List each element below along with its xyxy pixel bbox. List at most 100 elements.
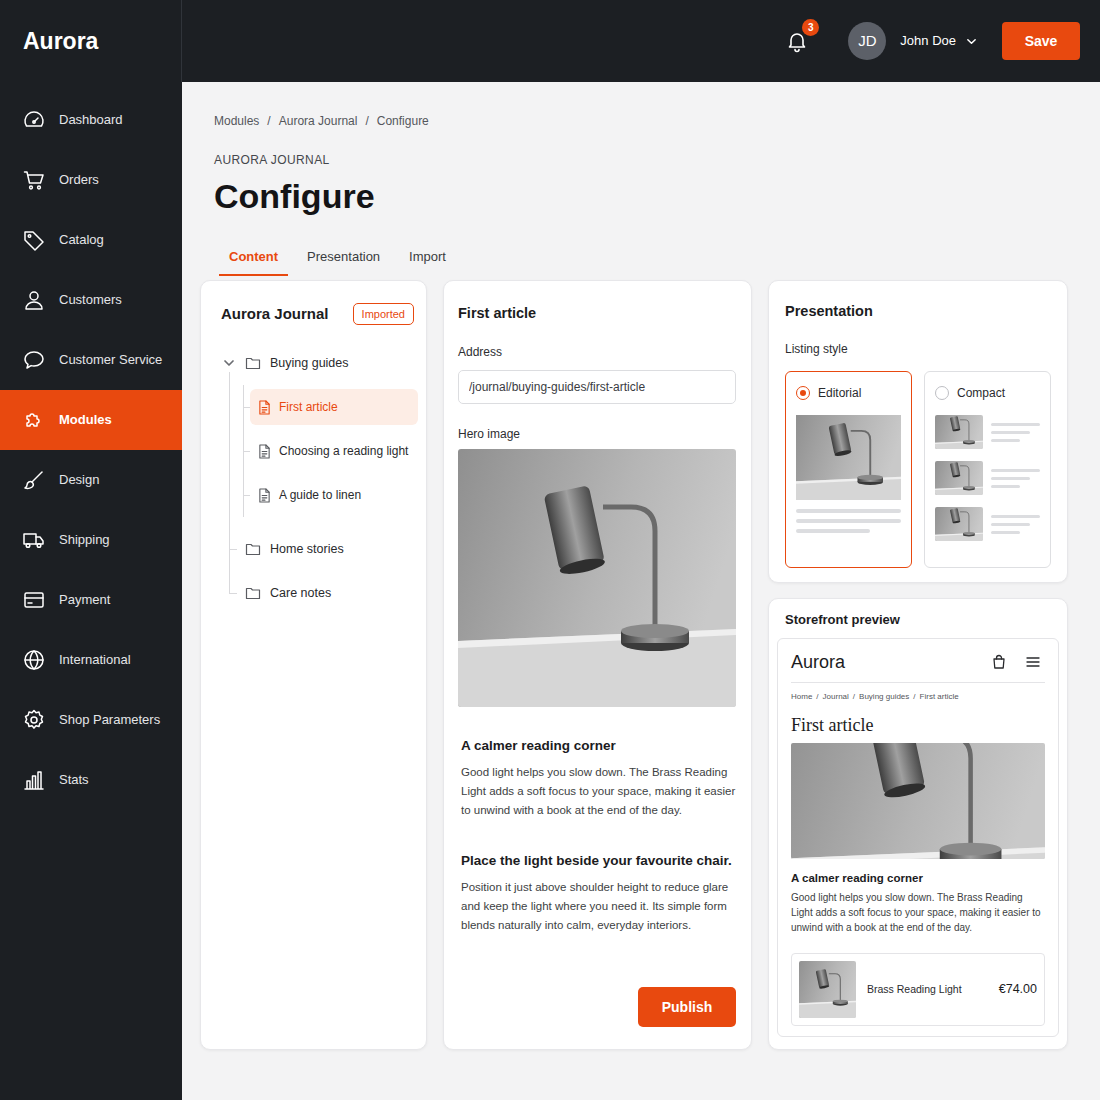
article-editor-card: First article Address Hero image A calme… — [443, 280, 752, 1050]
hero-image[interactable] — [458, 449, 736, 707]
breadcrumb-link[interactable]: Aurora Journal — [279, 113, 358, 129]
sidebar-item[interactable]: Orders — [0, 150, 182, 210]
sidebar-item[interactable]: Shipping — [0, 510, 182, 570]
breadcrumb-separator: / — [816, 692, 818, 702]
sidebar-item[interactable]: Stats — [0, 750, 182, 810]
breadcrumb-link[interactable]: Buying guides — [859, 692, 909, 702]
bag-icon[interactable] — [991, 654, 1007, 670]
breadcrumb-link[interactable]: Modules — [214, 113, 259, 129]
brush-icon — [22, 468, 46, 492]
sidebar-item[interactable]: Customers — [0, 270, 182, 330]
listing-style-option[interactable]: Compact — [924, 371, 1051, 568]
tree-item-button[interactable]: First article — [250, 389, 418, 425]
sidebar-item-label: Design — [59, 470, 99, 490]
tree-header: Aurora Journal Imported — [221, 303, 418, 325]
lamp-photo — [799, 961, 856, 1018]
editorial-thumbnail — [796, 415, 901, 533]
sidebar-item[interactable]: Design — [0, 450, 182, 510]
thumbnail-image — [796, 415, 901, 500]
lamp-photo — [796, 415, 901, 500]
publish-button[interactable]: Publish — [638, 987, 736, 1027]
lamp-photo — [458, 449, 736, 707]
chat-icon — [22, 348, 46, 372]
sidebar-item-label: Shipping — [59, 530, 110, 550]
sidebar-item-label: Catalog — [59, 230, 104, 250]
article-body: A calmer reading cornerGood light helps … — [458, 707, 741, 935]
tree-folder[interactable]: Care notes — [221, 571, 418, 615]
text-line — [991, 431, 1030, 434]
article-section: Place the light beside your favourite ch… — [458, 852, 741, 935]
user-menu[interactable]: JD John Doe — [848, 22, 977, 60]
breadcrumb: Modules/Aurora Journal/Configure — [200, 113, 1068, 129]
thumbnail-lines — [991, 469, 1040, 488]
text-line — [991, 523, 1030, 526]
sidebar-item[interactable]: Payment — [0, 570, 182, 630]
content-tree-card: Aurora Journal Imported Buying guides Fir… — [200, 280, 427, 1050]
cart-icon — [22, 168, 46, 192]
storefront-frame: Aurora Home/Journal/Buying guides/First … — [777, 638, 1059, 1037]
tree-toggle[interactable] — [221, 541, 237, 557]
tree-item-button[interactable]: Choosing a reading light — [250, 433, 418, 469]
sidebar-item[interactable]: Dashboard — [0, 90, 182, 150]
tab[interactable]: Content — [219, 240, 288, 276]
tree-folder[interactable]: Buying guides — [221, 341, 418, 385]
save-button[interactable]: Save — [1002, 22, 1080, 60]
text-line — [991, 485, 1020, 488]
tree-folder-label: Home stories — [270, 540, 344, 559]
product-card[interactable]: Brass Reading Light €74.00 — [791, 953, 1045, 1026]
breadcrumb-link[interactable]: Journal — [823, 692, 849, 702]
sidebar-item[interactable]: Shop Parameters — [0, 690, 182, 750]
text-line — [796, 529, 870, 533]
folder-icon — [245, 585, 261, 601]
menu-icon[interactable] — [1025, 654, 1041, 670]
sidebar-item-label: International — [59, 650, 131, 670]
editor-title: First article — [458, 303, 741, 323]
sidebar-item-label: Dashboard — [59, 110, 123, 130]
sidebar-item[interactable]: Modules — [0, 390, 182, 450]
bar-chart-icon — [22, 768, 46, 792]
section-body: Position it just above shoulder height t… — [458, 878, 741, 935]
address-input[interactable] — [458, 370, 736, 404]
chevron-down-icon — [221, 355, 237, 371]
page-icon — [258, 400, 271, 415]
card-icon — [22, 588, 46, 612]
sidebar-item[interactable]: Catalog — [0, 210, 182, 270]
app-shell: Aurora 3 JD John Doe Save Dashboard Order… — [0, 0, 1100, 1100]
text-line — [796, 519, 901, 523]
tree-item-button[interactable]: A guide to linen — [250, 477, 418, 513]
compact-row — [935, 461, 1040, 495]
tree-toggle[interactable] — [221, 355, 237, 371]
tree-toggle[interactable] — [221, 585, 237, 601]
breadcrumb-link[interactable]: Configure — [377, 113, 429, 129]
sidebar-item[interactable]: International — [0, 630, 182, 690]
sidebar-item[interactable]: Customer Service — [0, 330, 182, 390]
radio-button[interactable] — [935, 386, 949, 400]
main-content: Modules/Aurora Journal/Configure AURORA … — [182, 82, 1100, 1100]
option-header: Compact — [935, 385, 1040, 401]
compact-row — [935, 415, 1040, 449]
storefront-heading: A calmer reading corner — [791, 871, 1045, 885]
notification-badge: 3 — [802, 19, 819, 36]
breadcrumb-link[interactable]: First article — [920, 692, 959, 702]
text-line — [991, 423, 1040, 426]
logo[interactable]: Aurora — [23, 27, 98, 55]
tree-item-label: Choosing a reading light — [279, 442, 408, 460]
imported-badge: Imported — [353, 303, 414, 325]
notifications-button[interactable]: 3 — [785, 29, 809, 53]
radio-button[interactable] — [796, 386, 810, 400]
top-bar: Aurora 3 JD John Doe Save — [0, 0, 1100, 82]
tabs: ContentPresentationImport — [200, 240, 1068, 276]
tab[interactable]: Import — [399, 240, 456, 276]
gear-icon — [22, 708, 46, 732]
lamp-photo — [935, 415, 983, 449]
tree-folder[interactable]: Home stories — [221, 527, 418, 571]
breadcrumb-link[interactable]: Home — [791, 692, 812, 702]
listing-style-option[interactable]: Editorial — [785, 371, 912, 568]
tab[interactable]: Presentation — [297, 240, 390, 276]
thumbnail-image — [935, 507, 983, 541]
storefront-article-title: First article — [791, 714, 1045, 736]
storefront-header-icons — [991, 654, 1045, 670]
logo-area: Aurora — [0, 0, 182, 82]
storefront-preview-card: Storefront preview Aurora Home/Journal/B… — [768, 598, 1068, 1050]
sidebar-item-label: Modules — [59, 410, 112, 430]
